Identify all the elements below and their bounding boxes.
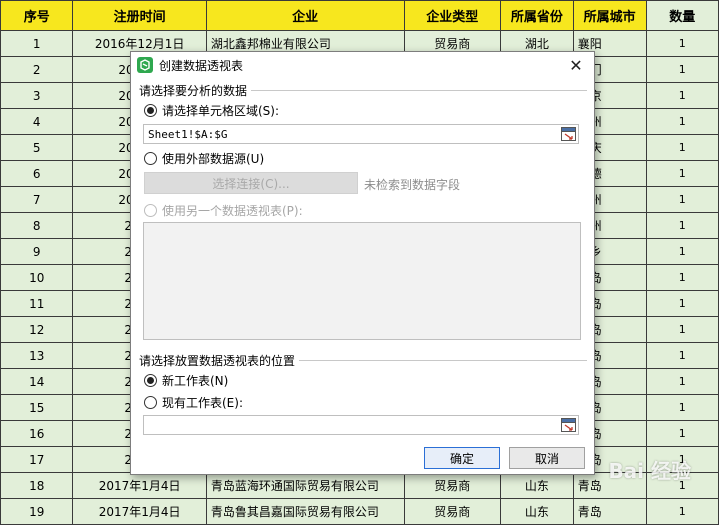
header-cell-company-type[interactable]: 企业类型 [403, 0, 501, 31]
no-fields-text: 未检索到数据字段 [364, 178, 461, 192]
existing-sheet-input[interactable] [143, 415, 579, 435]
cell-index[interactable]: 10 [0, 264, 74, 291]
radio-button[interactable] [144, 396, 157, 409]
close-icon[interactable]: ✕ [566, 55, 586, 75]
table-row: 19 2017年1月4日 青岛鲁其昌嘉国际贸易有限公司 贸易商 山东 青岛 1 [0, 498, 719, 525]
header-cell-province[interactable]: 所属省份 [499, 0, 574, 31]
cell-index[interactable]: 7 [0, 186, 74, 213]
cell-quantity[interactable]: 1 [645, 264, 719, 291]
section-divider [299, 360, 587, 361]
radio-select-range-label: 请选择单元格区域(S): [162, 104, 280, 118]
radio-external-source[interactable]: 使用外部数据源(U) [144, 150, 264, 167]
cell-index[interactable]: 6 [0, 160, 74, 187]
range-select-icon[interactable] [560, 126, 576, 142]
cell-index[interactable]: 11 [0, 290, 74, 317]
cell-quantity[interactable]: 1 [645, 420, 719, 447]
cell-quantity[interactable]: 1 [645, 108, 719, 135]
cell-quantity[interactable]: 1 [645, 30, 719, 57]
radio-other-pivot-label: 使用另一个数据透视表(P): [162, 204, 303, 218]
cell-quantity[interactable]: 1 [645, 316, 719, 343]
cell-index[interactable]: 18 [0, 472, 74, 499]
section-location-label: 请选择放置数据透视表的位置 [139, 354, 296, 368]
radio-new-sheet[interactable]: 新工作表(N) [144, 372, 228, 389]
range-input-value: Sheet1!$A:$G [148, 127, 228, 141]
cell-index[interactable]: 16 [0, 420, 74, 447]
cell-index[interactable]: 5 [0, 134, 74, 161]
range-input[interactable]: Sheet1!$A:$G [143, 124, 579, 144]
cell-index[interactable]: 15 [0, 394, 74, 421]
cell-index[interactable]: 9 [0, 238, 74, 265]
header-cell-quantity[interactable]: 数量 [645, 0, 719, 31]
cell-quantity[interactable]: 1 [645, 82, 719, 109]
cell-index[interactable]: 12 [0, 316, 74, 343]
cell-index[interactable]: 3 [0, 82, 74, 109]
cell-index[interactable]: 4 [0, 108, 74, 135]
section-divider [251, 90, 587, 91]
pivot-table-list[interactable] [143, 222, 581, 340]
radio-select-range[interactable]: 请选择单元格区域(S): [144, 102, 279, 119]
cell-quantity[interactable]: 1 [645, 134, 719, 161]
cell-quantity[interactable]: 1 [645, 498, 719, 525]
header-cell-reg-date[interactable]: 注册时间 [72, 0, 207, 31]
dialog-title-bar[interactable]: 创建数据透视表 ✕ [131, 52, 594, 78]
header-cell-index[interactable]: 序号 [0, 0, 74, 31]
cell-index[interactable]: 19 [0, 498, 74, 525]
cell-province[interactable]: 山东 [499, 498, 574, 525]
header-cell-company[interactable]: 企业 [205, 0, 405, 31]
cell-quantity[interactable]: 1 [645, 368, 719, 395]
cell-reg-date[interactable]: 2017年1月4日 [72, 472, 207, 499]
dialog-title: 创建数据透视表 [159, 58, 244, 73]
cell-index[interactable]: 1 [0, 30, 74, 57]
watermark: Bai 经验 [608, 459, 691, 483]
section-location-title: 请选择放置数据透视表的位置 [139, 352, 587, 369]
select-connection-button[interactable]: 选择连接(C)... [144, 172, 358, 194]
range-select-icon[interactable] [560, 417, 576, 433]
radio-button[interactable] [144, 152, 157, 165]
cell-company[interactable]: 青岛蓝海环通国际贸易有限公司 [205, 472, 405, 499]
cell-city[interactable]: 青岛 [572, 498, 647, 525]
cell-index[interactable]: 2 [0, 56, 74, 83]
cell-quantity[interactable]: 1 [645, 238, 719, 265]
wps-spreadsheet-icon [137, 57, 153, 73]
radio-other-pivot[interactable]: 使用另一个数据透视表(P): [144, 202, 303, 219]
cell-quantity[interactable]: 1 [645, 186, 719, 213]
radio-existing-sheet-label: 现有工作表(E): [162, 396, 243, 410]
cell-index[interactable]: 17 [0, 446, 74, 473]
cell-index[interactable]: 8 [0, 212, 74, 239]
cell-quantity[interactable]: 1 [645, 212, 719, 239]
radio-button-selected[interactable] [144, 104, 157, 117]
cell-quantity[interactable]: 1 [645, 290, 719, 317]
cell-quantity[interactable]: 1 [645, 394, 719, 421]
radio-external-source-label: 使用外部数据源(U) [162, 152, 265, 166]
ok-button[interactable]: 确定 [424, 447, 500, 469]
cell-index[interactable]: 13 [0, 342, 74, 369]
cell-province[interactable]: 山东 [499, 472, 574, 499]
section-source-label: 请选择要分析的数据 [139, 84, 248, 98]
cell-company-type[interactable]: 贸易商 [403, 498, 501, 525]
section-source-title: 请选择要分析的数据 [139, 82, 587, 99]
cell-reg-date[interactable]: 2017年1月4日 [72, 498, 207, 525]
header-row: 序号 注册时间 企业 企业类型 所属省份 所属城市 数量 [0, 0, 719, 31]
cancel-button[interactable]: 取消 [509, 447, 585, 469]
radio-existing-sheet[interactable]: 现有工作表(E): [144, 394, 243, 411]
cell-index[interactable]: 14 [0, 368, 74, 395]
cell-quantity[interactable]: 1 [645, 160, 719, 187]
header-cell-city[interactable]: 所属城市 [572, 0, 647, 31]
cell-quantity[interactable]: 1 [645, 56, 719, 83]
radio-button-disabled[interactable] [144, 204, 157, 217]
cell-quantity[interactable]: 1 [645, 342, 719, 369]
cell-company[interactable]: 青岛鲁其昌嘉国际贸易有限公司 [205, 498, 405, 525]
create-pivot-table-dialog: 创建数据透视表 ✕ 请选择要分析的数据 请选择单元格区域(S): Sheet1!… [130, 51, 595, 475]
radio-new-sheet-label: 新工作表(N) [162, 374, 229, 388]
cell-company-type[interactable]: 贸易商 [403, 472, 501, 499]
radio-button-selected[interactable] [144, 374, 157, 387]
